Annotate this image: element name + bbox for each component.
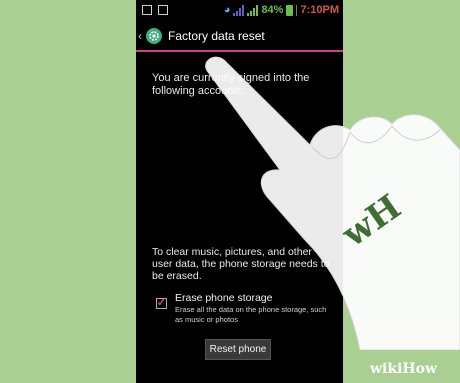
- notification-icon: [158, 5, 168, 15]
- erase-storage-checkbox[interactable]: ✓: [156, 298, 167, 309]
- pointing-hand-icon: wH: [205, 56, 460, 350]
- battery-percent: 84%: [261, 4, 284, 16]
- clock: 7:10PM: [300, 4, 339, 16]
- checkmark-icon: ✓: [156, 297, 167, 309]
- page-title: Factory data reset: [168, 29, 265, 43]
- wikihow-watermark: wikiHow: [370, 361, 437, 377]
- settings-icon[interactable]: [146, 28, 162, 44]
- divider: [296, 4, 298, 16]
- battery-icon: [286, 4, 294, 16]
- status-bar: ◕ 84% 7:10PM: [136, 0, 343, 22]
- wifi-icon: ◕: [223, 4, 231, 16]
- signal-icon: [233, 4, 245, 16]
- image-icon: [142, 5, 152, 15]
- signal-icon: [247, 4, 259, 16]
- action-bar[interactable]: ‹ Factory data reset: [136, 22, 343, 50]
- back-chevron-icon[interactable]: ‹: [138, 29, 144, 43]
- watermark-how: How: [402, 361, 438, 377]
- watermark-wiki: wiki: [370, 361, 403, 377]
